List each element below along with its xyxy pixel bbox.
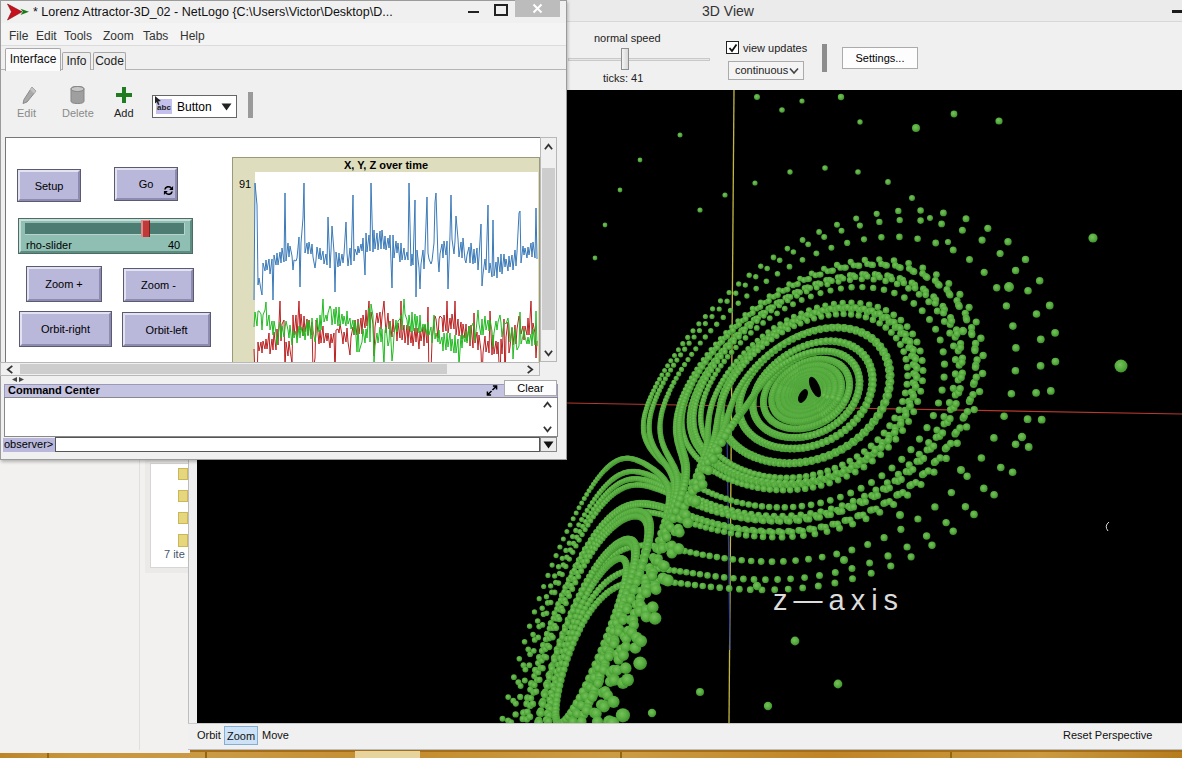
svg-text:z—axis: z—axis	[773, 584, 904, 616]
